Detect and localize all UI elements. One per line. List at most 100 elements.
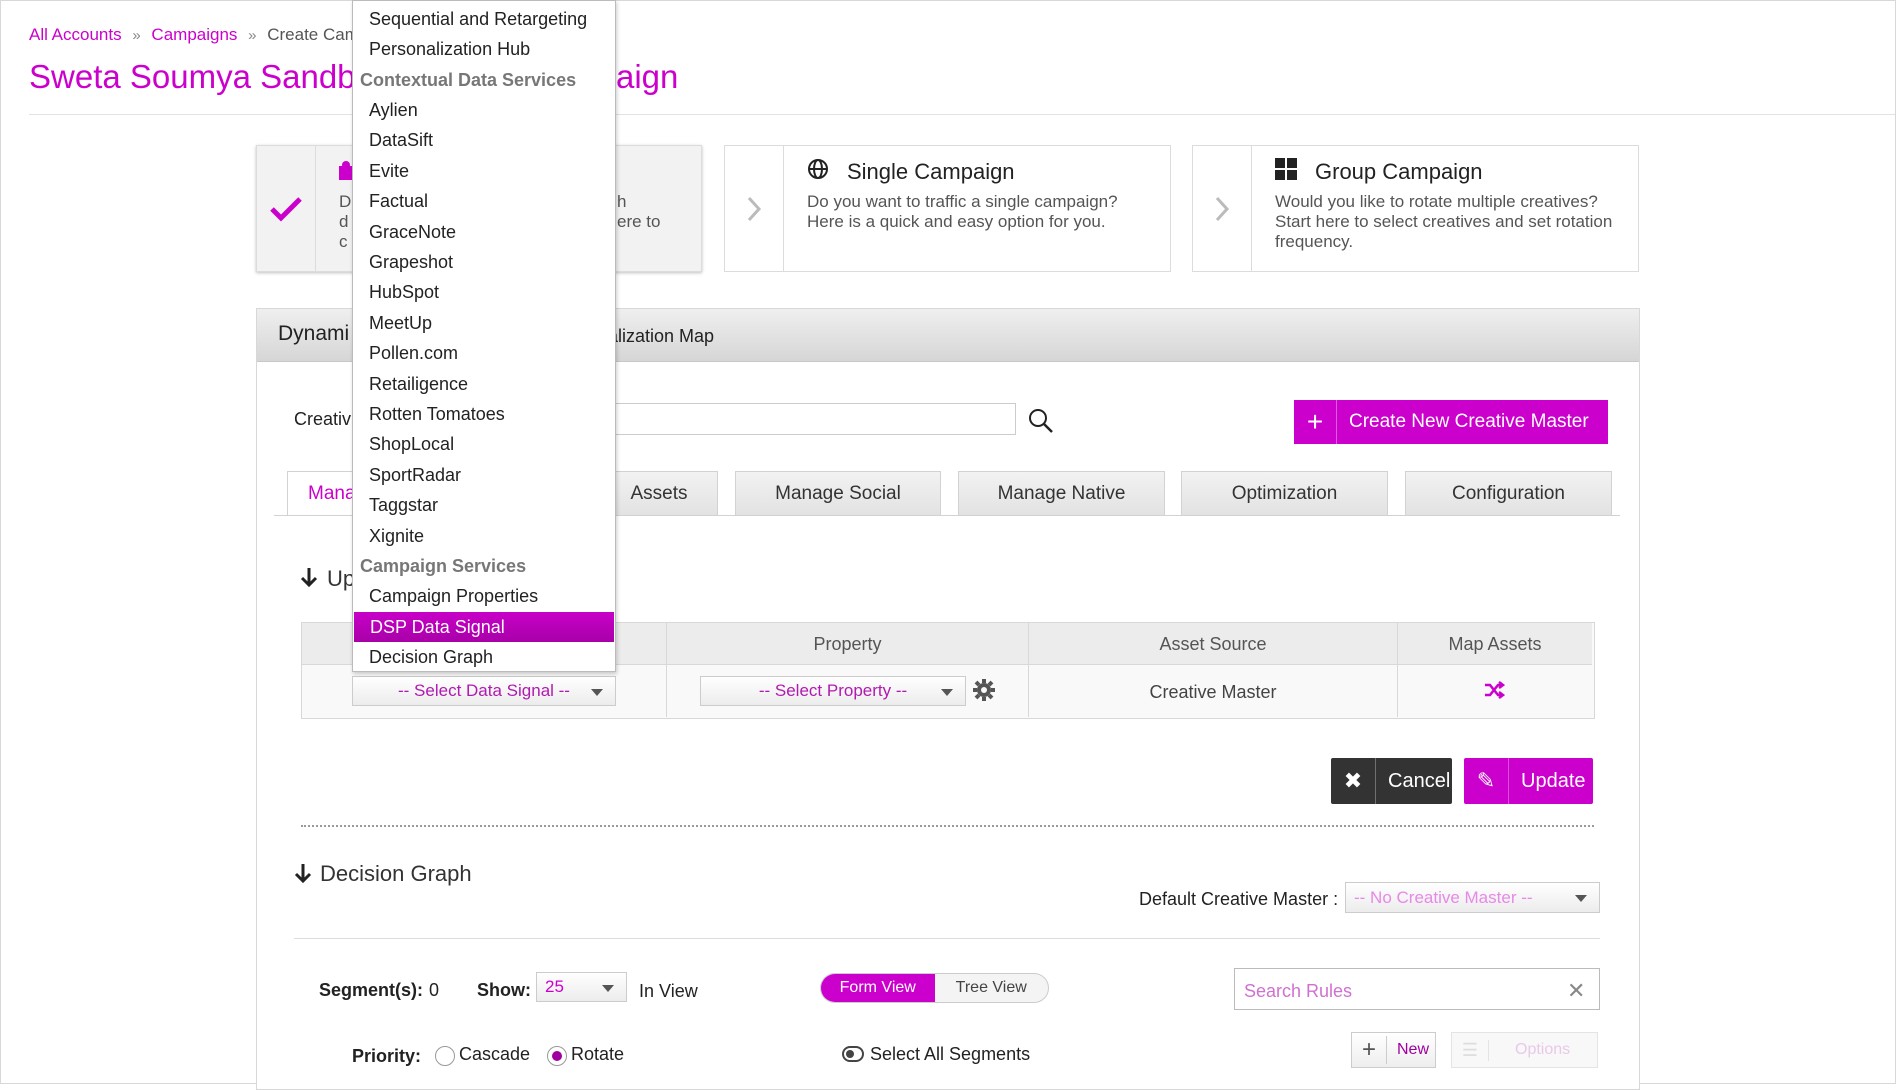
update-button[interactable]: ✎ Update bbox=[1464, 758, 1593, 804]
dropdown-option[interactable]: Rotten Tomatoes bbox=[369, 404, 505, 425]
dropdown-group-label: Contextual Data Services bbox=[360, 70, 577, 90]
list-icon: ☰ bbox=[1452, 1039, 1489, 1061]
show-count-value: 25 bbox=[545, 977, 564, 996]
column-header-asset-source: Asset Source bbox=[1159, 634, 1267, 654]
dropdown-option[interactable]: Factual bbox=[369, 191, 428, 212]
update-section-heading[interactable]: Up bbox=[327, 566, 355, 592]
toggle-icon[interactable] bbox=[842, 1046, 864, 1067]
asset-source-value: Creative Master bbox=[1149, 682, 1277, 702]
card-description: Do you want to traffic a single campaign… bbox=[807, 192, 1118, 231]
card-desc-fragment: c bbox=[339, 232, 348, 251]
dropdown-option[interactable]: DataSift bbox=[369, 130, 433, 151]
page-title-right: aign bbox=[616, 58, 679, 95]
data-signal-select-value: -- Select Data Signal -- bbox=[398, 681, 570, 700]
campaign-type-card-single[interactable]: Single Campaign Do you want to traffic a… bbox=[724, 145, 1171, 272]
priority-rotate-label: Rotate bbox=[571, 1044, 625, 1064]
section-divider bbox=[301, 825, 1594, 827]
cancel-button[interactable]: ✖ Cancel bbox=[1331, 758, 1452, 804]
chevron-down-icon bbox=[1575, 895, 1587, 902]
priority-rotate-radio[interactable] bbox=[547, 1046, 567, 1066]
new-button-label: New bbox=[1397, 1041, 1430, 1058]
data-signal-select[interactable]: -- Select Data Signal -- bbox=[352, 676, 616, 706]
search-rules-placeholder: Search Rules bbox=[1244, 981, 1353, 1001]
dropdown-option[interactable]: ShopLocal bbox=[369, 434, 454, 455]
panel-title: Dynami bbox=[278, 322, 350, 345]
check-icon bbox=[257, 146, 316, 271]
arrow-down-icon bbox=[294, 862, 312, 889]
priority-label: Priority: bbox=[352, 1046, 422, 1066]
segments-count: 0 bbox=[429, 980, 440, 1000]
tab-optimization[interactable]: Optimization bbox=[1181, 471, 1388, 516]
chevron-right-icon bbox=[725, 146, 784, 271]
card-desc-fragment: ere to bbox=[617, 212, 661, 231]
data-signal-dropdown-list: Sequential and Retargeting Personalizati… bbox=[352, 0, 616, 672]
dropdown-option[interactable]: Personalization Hub bbox=[369, 39, 530, 60]
globe-icon bbox=[807, 158, 829, 186]
card-title: Group Campaign bbox=[1315, 159, 1483, 184]
options-button-label: Options bbox=[1515, 1041, 1571, 1058]
breadcrumb-separator: » bbox=[248, 27, 257, 44]
plus-icon: + bbox=[1352, 1036, 1387, 1064]
dropdown-option[interactable]: Sequential and Retargeting bbox=[369, 9, 587, 30]
dropdown-option[interactable]: Grapeshot bbox=[369, 252, 453, 273]
chevron-down-icon bbox=[602, 985, 614, 992]
select-all-segments[interactable]: Select All Segments bbox=[870, 1044, 1030, 1065]
breadcrumb-all-accounts[interactable]: All Accounts bbox=[29, 25, 122, 44]
decision-graph-heading[interactable]: Decision Graph bbox=[320, 861, 472, 887]
options-button[interactable]: ☰ Options bbox=[1451, 1032, 1598, 1068]
property-select-value: -- Select Property -- bbox=[758, 681, 908, 700]
dropdown-option[interactable]: Retailigence bbox=[369, 374, 468, 395]
column-header-property: Property bbox=[813, 634, 882, 654]
card-title: Single Campaign bbox=[847, 159, 1015, 184]
card-desc-fragment: h bbox=[617, 192, 627, 211]
tab-configuration[interactable]: Configuration bbox=[1405, 471, 1612, 516]
dropdown-option[interactable]: Aylien bbox=[369, 100, 418, 121]
chevron-down-icon bbox=[591, 689, 603, 696]
show-count-select[interactable]: 25 bbox=[536, 972, 627, 1002]
tab-manage-native[interactable]: Manage Native bbox=[958, 471, 1165, 516]
breadcrumb-campaigns[interactable]: Campaigns bbox=[151, 25, 237, 44]
close-icon: ✖ bbox=[1331, 758, 1376, 804]
show-label: Show: bbox=[477, 980, 531, 1000]
clear-search-icon[interactable]: ✕ bbox=[1567, 978, 1585, 1004]
card-desc-fragment: d bbox=[339, 212, 349, 231]
dropdown-group-label: Campaign Services bbox=[360, 556, 527, 576]
segments-label: Segment(s): bbox=[319, 980, 424, 1000]
title-divider bbox=[29, 114, 1895, 115]
property-select[interactable]: -- Select Property -- bbox=[700, 676, 966, 706]
new-segment-button[interactable]: + New bbox=[1351, 1032, 1436, 1068]
dropdown-option[interactable]: HubSpot bbox=[369, 282, 439, 303]
gear-icon[interactable] bbox=[972, 678, 996, 707]
priority-cascade-radio[interactable] bbox=[435, 1046, 455, 1066]
creative-search-input[interactable] bbox=[600, 403, 1016, 435]
campaign-type-card-group[interactable]: Group Campaign Would you like to rotate … bbox=[1192, 145, 1639, 272]
shuffle-icon[interactable] bbox=[1483, 681, 1506, 704]
dropdown-option[interactable]: Decision Graph bbox=[369, 647, 493, 668]
divider bbox=[294, 938, 1600, 939]
dropdown-option[interactable]: MeetUp bbox=[369, 313, 432, 334]
tree-view-toggle[interactable]: Tree View bbox=[935, 974, 1049, 1002]
dropdown-option[interactable]: Taggstar bbox=[369, 495, 438, 516]
card-description: Would you like to rotate multiple creati… bbox=[1275, 192, 1613, 251]
dropdown-option-selected[interactable]: DSP Data Signal bbox=[354, 612, 614, 642]
chevron-right-icon bbox=[1193, 146, 1252, 271]
cancel-label: Cancel bbox=[1388, 769, 1451, 792]
arrow-down-icon bbox=[300, 566, 318, 593]
dropdown-option[interactable]: Xignite bbox=[369, 526, 424, 547]
tab-assets[interactable]: Assets bbox=[600, 471, 718, 516]
breadcrumb: All Accounts » Campaigns » Create Camp bbox=[29, 25, 368, 45]
dropdown-option[interactable]: Pollen.com bbox=[369, 343, 458, 364]
dropdown-option[interactable]: Evite bbox=[369, 161, 409, 182]
dropdown-option[interactable]: GraceNote bbox=[369, 222, 456, 243]
dropdown-option[interactable]: SportRadar bbox=[369, 465, 461, 486]
default-creative-master-select[interactable]: -- No Creative Master -- bbox=[1345, 882, 1600, 913]
default-creative-master-value: -- No Creative Master -- bbox=[1354, 887, 1533, 907]
form-view-toggle[interactable]: Form View bbox=[821, 974, 935, 1002]
page-title-left: Sweta Soumya Sandb bbox=[29, 58, 356, 95]
search-icon[interactable] bbox=[1028, 408, 1054, 439]
card-desc-fragment: D bbox=[339, 192, 352, 211]
dropdown-option[interactable]: Campaign Properties bbox=[369, 586, 538, 607]
tab-manage-social[interactable]: Manage Social bbox=[735, 471, 941, 516]
priority-cascade-label: Cascade bbox=[459, 1044, 531, 1064]
create-creative-master-button[interactable]: + Create New Creative Master bbox=[1294, 400, 1608, 444]
